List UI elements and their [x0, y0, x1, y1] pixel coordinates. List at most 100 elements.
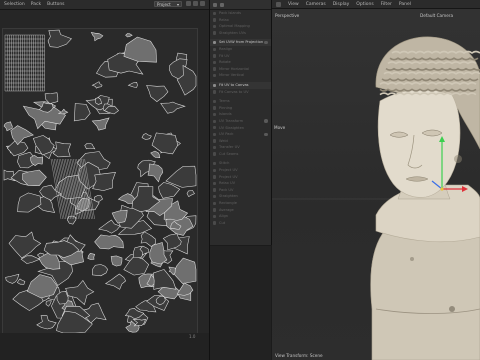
command-item[interactable]: Project UV [210, 167, 271, 174]
viewport-menu-options[interactable]: Options [356, 2, 373, 7]
command-panel-empty-area [210, 246, 271, 360]
command-item[interactable]: Align [210, 213, 271, 220]
command-icon [213, 90, 217, 94]
viewport-menu-display[interactable]: Display [333, 2, 350, 7]
uv-zoom-label: 1.0 [189, 334, 196, 339]
command-item[interactable]: Pinning [210, 105, 271, 112]
command-label: Terms [219, 99, 230, 104]
command-item[interactable]: Terms [210, 98, 271, 105]
command-item[interactable]: Relax UV [210, 180, 271, 187]
command-item[interactable]: Optimal Mapping [210, 23, 271, 30]
command-item[interactable]: Relax [210, 17, 271, 24]
uv-island [147, 163, 164, 183]
command-label: Align [219, 214, 229, 219]
command-item[interactable]: Fit UV to Canvas [210, 81, 271, 89]
viewport-menu-panel[interactable]: Panel [399, 2, 411, 7]
command-item[interactable]: Straighten [210, 193, 271, 200]
command-item[interactable]: UV Straighten [210, 125, 271, 132]
uv-island [92, 171, 116, 191]
command-icon [213, 47, 217, 51]
command-icon [213, 73, 217, 78]
uv-island [45, 300, 52, 307]
command-options-icon[interactable] [264, 132, 268, 137]
command-panel-header [210, 0, 271, 10]
command-item[interactable]: Mirror Vertical [210, 72, 271, 79]
uv-mode-dropdown[interactable]: Project ▾ [154, 1, 182, 7]
command-item[interactable]: Cut Seams [210, 151, 271, 158]
command-icon [213, 112, 217, 117]
command-item[interactable]: Fit Canvas to UV [210, 89, 271, 96]
command-item[interactable]: Rectangle [210, 200, 271, 207]
command-icon [213, 195, 217, 199]
uv-island [91, 81, 103, 89]
command-item[interactable]: Cut [210, 220, 271, 227]
uv-island [127, 81, 138, 88]
uv-island [110, 255, 123, 267]
uv-island [91, 117, 110, 131]
command-icon [213, 106, 217, 110]
command-options-icon[interactable] [264, 40, 268, 45]
command-item[interactable]: Pack Islands [210, 10, 271, 17]
command-icon [213, 11, 217, 15]
command-item[interactable]: Pack UV [210, 187, 271, 194]
command-item[interactable]: Transfer UV [210, 144, 271, 151]
command-icon [213, 175, 217, 179]
uv-toolbar [186, 1, 205, 6]
command-icon [213, 201, 217, 206]
command-item[interactable]: Weld [210, 138, 271, 145]
grid-icon[interactable] [186, 1, 191, 6]
command-icon [213, 145, 217, 150]
command-label: UV Pack [219, 132, 234, 137]
command-item[interactable]: Set UVW from Projection [210, 39, 271, 46]
command-item[interactable]: UV Transform [210, 118, 271, 125]
uv-menu-buttons[interactable]: Buttons [47, 2, 64, 7]
viewport-menu-filter[interactable]: Filter [381, 2, 392, 7]
lock-icon[interactable] [193, 1, 198, 6]
command-item[interactable]: Rotate [210, 59, 271, 66]
viewport-menu-cameras[interactable]: Cameras [306, 2, 326, 7]
viewport-tool-label: Move [274, 125, 286, 130]
uv-canvas[interactable] [2, 28, 198, 335]
uv-island [104, 273, 127, 290]
menu-icon[interactable] [213, 2, 217, 7]
3d-viewport[interactable]: Perspective Default Camera Move View Tra… [272, 9, 480, 360]
uv-island [8, 231, 42, 259]
command-icon [213, 18, 217, 22]
uv-island [151, 132, 179, 155]
marble-stain [449, 306, 455, 312]
uv-menu-selection[interactable]: Selection [4, 2, 25, 7]
command-item[interactable]: Mirror Horizontal [210, 66, 271, 73]
command-icon [213, 168, 217, 173]
command-icon [213, 221, 217, 225]
command-item[interactable]: Fit UV [210, 53, 271, 60]
uv-footer [0, 333, 209, 360]
command-label: UV Transform [219, 118, 244, 123]
command-item[interactable]: Islands [210, 111, 271, 118]
command-label: UV Straighten [219, 125, 245, 130]
settings-icon[interactable] [200, 1, 205, 6]
command-label: Relax UV [219, 181, 236, 186]
command-options-icon[interactable] [264, 119, 268, 123]
uv-menu-pack[interactable]: Pack [31, 2, 41, 7]
command-item[interactable]: Stitch [210, 160, 271, 167]
command-label: Straighten [219, 194, 238, 199]
command-label: Pack Islands [219, 11, 241, 15]
uv-island [146, 85, 169, 102]
command-item[interactable]: Realign [210, 46, 271, 53]
command-list: Pack Islands Relax Optimal Mapping Straight… [210, 10, 271, 226]
gizmo-center[interactable] [440, 187, 444, 191]
command-icon [213, 24, 217, 29]
viewport-camera-name[interactable]: Default Camera [420, 13, 453, 18]
viewport-menu-view[interactable]: View [288, 2, 299, 7]
command-item[interactable]: Average [210, 207, 271, 214]
command-item[interactable]: Straighten UVs [210, 30, 271, 37]
uv-islands-mesh [3, 29, 197, 334]
command-label: Set UVW from Projection [219, 40, 264, 45]
viewport-options-icon[interactable] [276, 1, 281, 7]
command-item[interactable]: UV Pack [210, 131, 271, 138]
command-item[interactable]: Project UV [210, 174, 271, 181]
command-label: Rotate [219, 60, 231, 65]
uv-mode-dropdown-value: Project [157, 1, 171, 7]
pin-icon[interactable] [220, 2, 224, 7]
uv-island [125, 33, 133, 38]
